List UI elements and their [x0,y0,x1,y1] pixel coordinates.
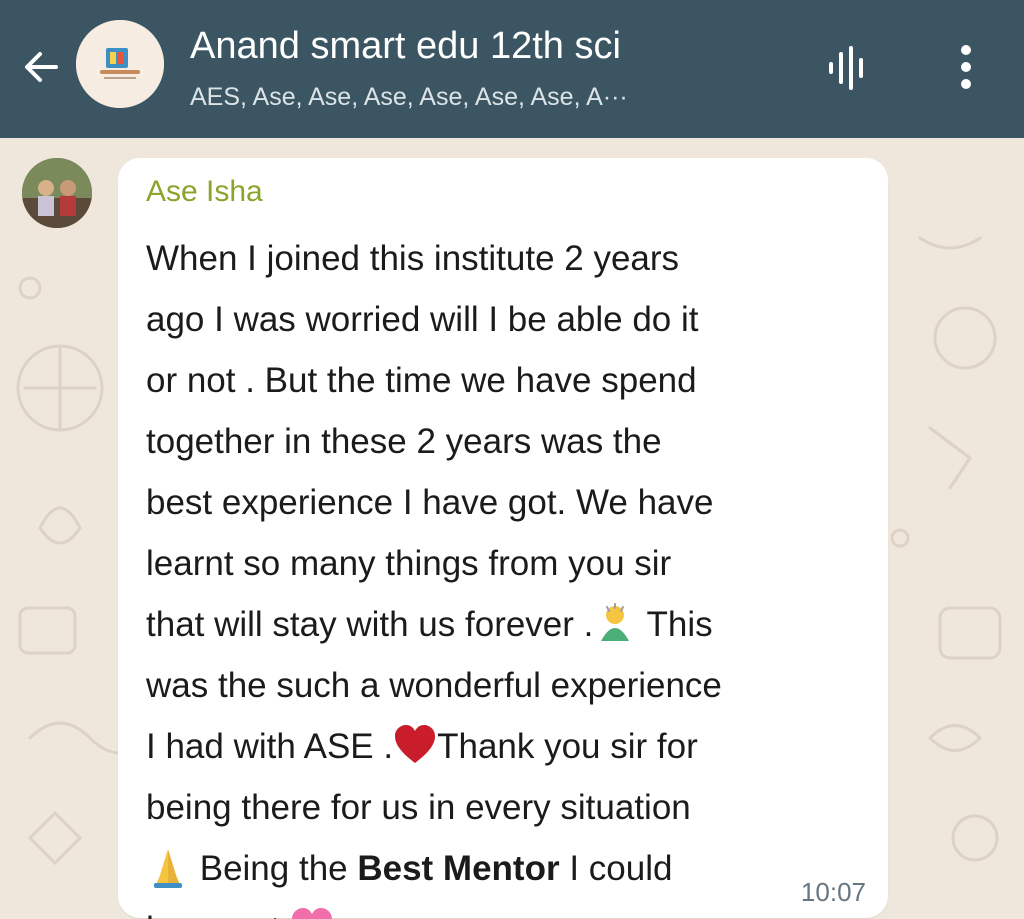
back-arrow-icon[interactable] [20,45,64,89]
red-heart-icon [395,725,436,763]
message-line: ago I was worried will I be able do it [146,300,699,339]
sender-avatar[interactable] [22,158,92,228]
message-line: that will stay with us forever . This [146,594,876,655]
chat-area[interactable]: Ase Isha When I joined this institute 2 … [0,138,1024,919]
message-line: together in these 2 years was the [146,422,662,461]
message-text-segment: Being the [190,849,358,888]
message-line: learnt so many things from you sir [146,544,672,583]
message-text-segment: Thank you sir for [437,727,698,766]
message-timestamp: 10:07 [800,877,866,907]
group-logo [76,20,164,108]
message-line: being there for us in every situation [146,788,691,827]
message-text-segment: that will stay with us forever . [146,605,594,644]
message-text: When I joined this institute 2 years ago… [146,228,876,919]
sender-photo [22,158,92,228]
message-bubble[interactable]: Ase Isha When I joined this institute 2 … [118,158,888,919]
message-text-segment: I could [559,849,673,888]
message-text-segment: I had with ASE . [146,727,394,766]
message-line: have got [146,899,876,919]
message-line: best experience I have got. We have [146,483,714,522]
chat-title[interactable]: Anand smart edu 12th sci [190,22,621,70]
folded-hands-icon [154,849,182,888]
participants-list[interactable]: AES, Ase, Ase, Ase, Ase, Ase, Ase, A··· [190,80,628,114]
message-line: or not . But the time we have spend [146,361,697,400]
group-avatar[interactable] [76,20,164,108]
sparkling-heart-icon [292,908,333,919]
audio-wave-icon[interactable] [826,44,866,92]
message-text-bold: Best Mentor [357,849,560,888]
bowing-person-icon [601,603,630,641]
more-vert-icon[interactable] [950,42,982,92]
sender-name[interactable]: Ase Isha [146,172,263,212]
message-line: When I joined this institute 2 years [146,239,680,278]
message-line: was the such a wonderful experience [146,666,722,705]
message-text-segment: This [637,605,713,644]
chat-header: Anand smart edu 12th sci AES, Ase, Ase, … [0,0,1024,138]
message-line: Being the Best Mentor I could [146,838,876,899]
message-line: I had with ASE . Thank you sir for [146,716,876,777]
message-text-segment: have got [146,910,280,919]
